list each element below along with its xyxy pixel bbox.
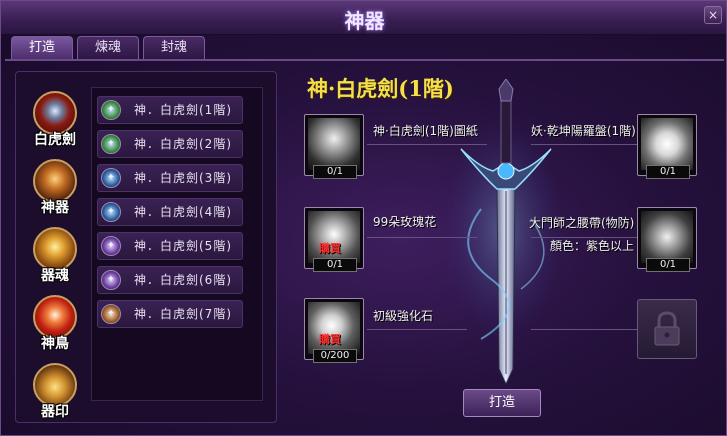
close-button[interactable]: ×	[704, 6, 722, 24]
sword-tier-icon: ✦	[101, 100, 121, 120]
material-connector	[367, 237, 477, 238]
item-label: 神．白虎劍(1階)	[134, 103, 232, 117]
sword-tier-icon: ✦	[101, 202, 121, 222]
material-count: 0/200	[313, 349, 357, 363]
sword-tier-icon: ✦	[101, 236, 121, 256]
list-item[interactable]: ✦ 神．白虎劍(6階)	[97, 266, 243, 294]
material-name: 妖·乾坤陽羅盤(1階)	[531, 124, 636, 138]
material-connector	[531, 329, 637, 330]
category-divine-bird[interactable]: 神鳥	[19, 295, 91, 355]
material-count: 0/1	[646, 258, 690, 272]
craft-button[interactable]: 打造	[463, 389, 541, 417]
material-slot[interactable]: 0/1	[637, 207, 697, 272]
category-label: 器印	[41, 404, 69, 420]
material-requirement: 顏色：紫色以上	[550, 239, 635, 253]
material-name: 神·白虎劍(1階)圖紙	[373, 124, 478, 138]
compass-scroll-icon	[641, 118, 693, 170]
list-item[interactable]: ✦ 神．白虎劍(7階)	[97, 300, 243, 328]
item-label: 神．白虎劍(4階)	[134, 205, 232, 219]
category-label: 白虎劍	[34, 132, 76, 148]
category-artifact[interactable]: 神器	[19, 159, 91, 219]
category-artifact-soul[interactable]: 器魂	[19, 227, 91, 287]
category-label: 神器	[41, 200, 69, 216]
material-name: 大門師之腰帶(物防)	[529, 216, 635, 230]
tab-forge[interactable]: 打造	[11, 36, 73, 60]
category-label: 器魂	[41, 268, 69, 284]
material-slot[interactable]: 0/1	[637, 114, 697, 179]
item-label: 神．白虎劍(7階)	[134, 307, 232, 321]
material-connector	[367, 144, 487, 145]
material-name: 初級強化石	[373, 309, 434, 323]
material-slot[interactable]: 購買 0/200	[304, 298, 364, 363]
material-slot[interactable]: 購買 0/1	[304, 207, 364, 272]
sword-tier-icon: ✦	[101, 134, 121, 154]
category-white-tiger-sword[interactable]: 白虎劍	[19, 91, 91, 151]
window-title: 神器	[344, 9, 385, 33]
list-item[interactable]: ✦ 神．白虎劍(2階)	[97, 130, 243, 158]
list-item[interactable]: ✦ 神．白虎劍(5階)	[97, 232, 243, 260]
selected-item-name: 神·白虎劍(1階)	[307, 76, 454, 101]
material-connector	[367, 329, 467, 330]
list-item[interactable]: ✦ 神．白虎劍(1階)	[97, 96, 243, 124]
item-label: 神．白虎劍(5階)	[134, 239, 232, 253]
lock-icon	[654, 311, 680, 346]
item-label: 神．白虎劍(6階)	[134, 273, 232, 287]
sword-tier-icon: ✦	[101, 270, 121, 290]
material-connector	[531, 144, 637, 145]
material-count: 0/1	[313, 258, 357, 272]
tab-divider	[5, 59, 724, 61]
category-artifact-seal[interactable]: 器印	[19, 363, 91, 423]
category-label: 神鳥	[41, 336, 69, 352]
material-slot[interactable]: 0/1	[304, 114, 364, 179]
sword-blueprint-icon	[308, 118, 360, 170]
item-label: 神．白虎劍(3階)	[134, 171, 232, 185]
tab-seal-soul[interactable]: 封魂	[143, 36, 205, 60]
locked-slot	[637, 299, 697, 359]
forge-window: 神器 × 打造 煉魂 封魂 白虎劍 神器 器魂 神鳥 器印 ✦ 神．白虎劍(1階…	[0, 0, 727, 436]
buy-label[interactable]: 購買	[319, 331, 341, 347]
list-item[interactable]: ✦ 神．白虎劍(4階)	[97, 198, 243, 226]
list-item[interactable]: ✦ 神．白虎劍(3階)	[97, 164, 243, 192]
material-name: 99朵玫瑰花	[373, 215, 437, 229]
tab-refine-soul[interactable]: 煉魂	[77, 36, 139, 60]
belt-icon	[641, 211, 693, 263]
title-bar[interactable]: 神器 ×	[1, 1, 726, 35]
material-count: 0/1	[646, 165, 690, 179]
sword-tier-icon: ✦	[101, 304, 121, 324]
item-label: 神．白虎劍(2階)	[134, 137, 232, 151]
buy-label[interactable]: 購買	[319, 240, 341, 256]
sword-tier-icon: ✦	[101, 168, 121, 188]
material-count: 0/1	[313, 165, 357, 179]
